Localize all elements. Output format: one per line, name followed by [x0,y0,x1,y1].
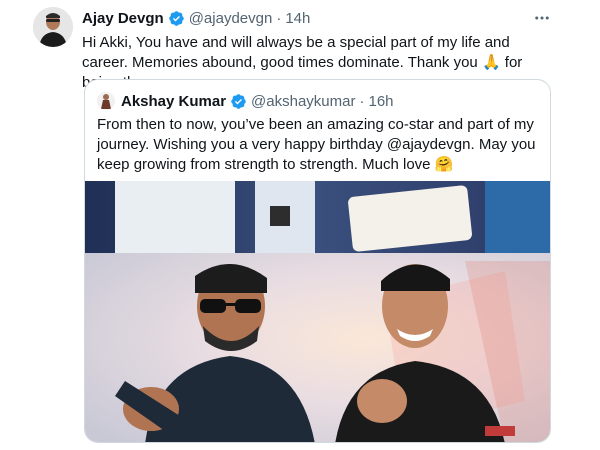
quoted-tweet-header: Akshay Kumar @akshaykumar · 16h [97,92,394,110]
quoted-author-name[interactable]: Akshay Kumar [121,93,226,110]
quoted-timestamp[interactable]: 16h [368,93,393,110]
quoted-author-avatar [97,92,115,110]
author-name[interactable]: Ajay Devgn [82,10,164,27]
quoted-media-photo [85,181,550,442]
verified-badge-icon [168,10,184,26]
quoted-separator-dot: · [359,92,365,110]
quoted-author-handle[interactable]: @akshaykumar [251,93,355,110]
quoted-author-avatar-image [97,92,115,110]
tweet-header: Ajay Devgn @ajaydevgn · 14h [82,8,310,28]
quoted-tweet-text: From then to now, you’ve been an amazing… [97,116,536,173]
quoted-tweet[interactable]: Akshay Kumar @akshaykumar · 16h From the… [84,79,551,443]
author-avatar[interactable] [33,7,73,47]
author-handle[interactable]: @ajaydevgn [189,10,273,27]
tweet[interactable]: Ajay Devgn @ajaydevgn · 14h Hi Akki, You… [0,0,600,450]
more-options-button[interactable] [533,9,551,27]
quoted-verified-badge-icon [231,93,246,109]
author-avatar-image [33,7,73,47]
separator-dot: · [276,9,282,27]
more-horizontal-icon [535,16,549,20]
quoted-tweet-media[interactable] [85,181,550,442]
tweet-timestamp[interactable]: 14h [285,10,310,27]
